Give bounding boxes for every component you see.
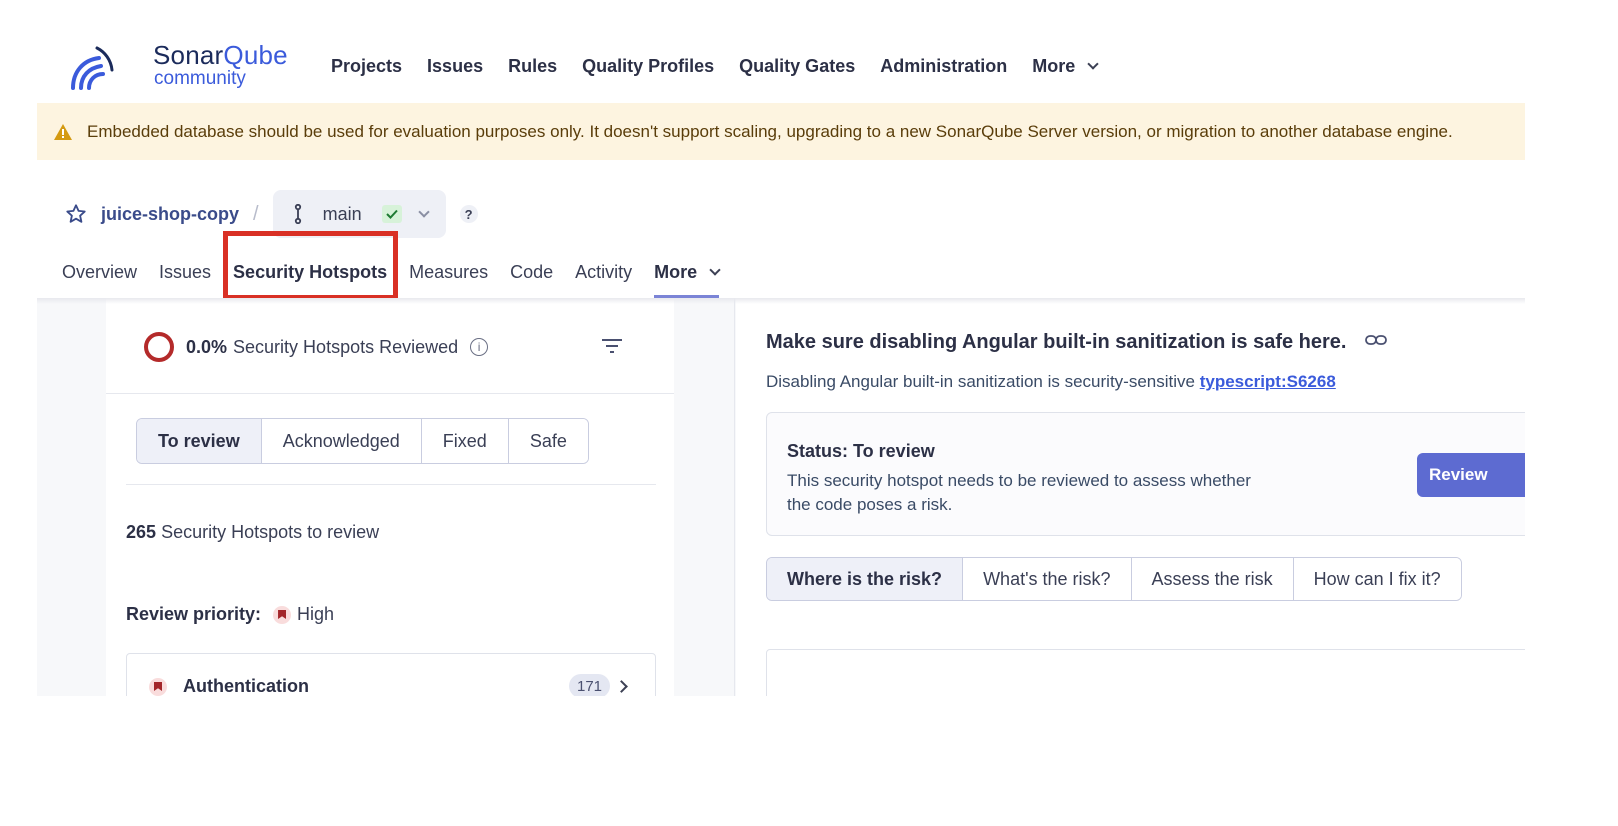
status-filter-toggle: To review Acknowledged Fixed Safe (136, 418, 589, 464)
nav-issues[interactable]: Issues (427, 56, 483, 77)
hotspot-title: Make sure disabling Angular built-in san… (766, 331, 1387, 354)
filter-to-review[interactable]: To review (137, 419, 262, 463)
nav-quality-gates[interactable]: Quality Gates (739, 56, 855, 77)
tab-issues[interactable]: Issues (159, 246, 211, 298)
tab-activity[interactable]: Activity (575, 246, 632, 298)
breadcrumb-separator: / (253, 202, 259, 225)
filter-acknowledged[interactable]: Acknowledged (261, 419, 422, 463)
tab-more-label: More (654, 261, 698, 282)
main-nav: Projects Issues Rules Quality Profiles Q… (331, 56, 1122, 77)
warning-icon (54, 123, 72, 140)
tab-security-hotspots[interactable]: Security Hotspots (233, 246, 387, 298)
project-name-link[interactable]: juice-shop-copy (101, 204, 239, 225)
info-icon[interactable]: i (470, 338, 489, 356)
banner-text: Embedded database should be used for eva… (87, 121, 1453, 141)
hotspot-title-text: Make sure disabling Angular built-in san… (766, 331, 1347, 353)
sonar-waves-icon (71, 46, 114, 90)
panel-gutter (675, 298, 735, 696)
filter-fixed[interactable]: Fixed (421, 419, 509, 463)
status-description: This security hotspot needs to be review… (787, 471, 1251, 514)
hotspot-count: 265 Security Hotspots to review (126, 522, 379, 543)
app-frame: SonarQube community Projects Issues Rule… (37, 0, 1525, 696)
category-authentication[interactable]: Authentication 171 (126, 653, 656, 696)
reviewed-percentage: 0.0% (186, 336, 228, 357)
code-viewer (766, 649, 1525, 696)
review-button[interactable]: Review (1417, 453, 1525, 497)
quality-gate-passed-icon (381, 205, 402, 223)
tab-how-can-i-fix-it[interactable]: How can I fix it? (1293, 558, 1461, 600)
tab-where-is-the-risk[interactable]: Where is the risk? (767, 558, 964, 600)
branch-name: main (322, 203, 362, 224)
review-priority: Review priority: High (126, 604, 334, 625)
risk-tabs: Where is the risk? What's the risk? Asse… (766, 557, 1462, 601)
tab-code[interactable]: Code (510, 246, 553, 298)
branch-selector[interactable]: main (272, 190, 446, 238)
sonarqube-logo[interactable]: SonarQube community (67, 40, 288, 94)
nav-more-label: More (1032, 56, 1076, 76)
star-icon[interactable] (65, 203, 87, 225)
priority-label: Review priority: (126, 604, 262, 624)
chevron-down-icon (1087, 58, 1099, 70)
category-name: Authentication (183, 676, 309, 696)
category-count-badge: 171 (569, 674, 611, 696)
hotspot-count-value: 265 (126, 522, 157, 542)
tab-whats-the-risk[interactable]: What's the risk? (963, 558, 1132, 600)
status-card: Status: To review This security hotspot … (766, 412, 1525, 536)
chevron-right-icon (615, 680, 628, 693)
tab-measures[interactable]: Measures (409, 246, 488, 298)
hotspot-subtitle-text: Disabling Angular built-in sanitization … (766, 372, 1195, 391)
nav-rules[interactable]: Rules (508, 56, 557, 77)
warning-banner: Embedded database should be used for eva… (37, 103, 1525, 160)
tab-assess-the-risk[interactable]: Assess the risk (1131, 558, 1294, 600)
nav-quality-profiles[interactable]: Quality Profiles (582, 56, 714, 77)
tab-more[interactable]: More (654, 246, 721, 298)
hotspot-list-panel: 0.0% Security Hotspots Reviewed i To rev… (106, 298, 674, 696)
logo-title: SonarQube (153, 40, 288, 70)
divider (106, 393, 674, 394)
hotspot-subtitle: Disabling Angular built-in sanitization … (766, 372, 1336, 392)
nav-projects[interactable]: Projects (331, 56, 402, 77)
nav-more[interactable]: More (1032, 56, 1099, 77)
high-priority-icon (149, 677, 167, 696)
nav-administration[interactable]: Administration (880, 56, 1007, 77)
high-priority-icon (273, 605, 292, 624)
hotspot-count-label: Security Hotspots to review (161, 522, 380, 542)
project-tabs: Overview Issues Security Hotspots Measur… (62, 246, 741, 298)
filter-safe[interactable]: Safe (508, 419, 588, 463)
breadcrumb: juice-shop-copy / main ? (65, 190, 478, 238)
branch-icon (294, 204, 301, 224)
progress-ring-icon (144, 332, 174, 362)
rule-link[interactable]: typescript:S6268 (1200, 372, 1336, 391)
divider (126, 484, 656, 485)
check-icon (385, 209, 398, 219)
tab-overview[interactable]: Overview (62, 246, 137, 298)
priority-value: High (297, 604, 335, 624)
reviewed-summary: 0.0% Security Hotspots Reviewed i (144, 332, 489, 362)
help-icon[interactable]: ? (459, 205, 478, 223)
top-navigation: SonarQube community Projects Issues Rule… (37, 0, 1525, 103)
hotspot-detail-panel: Make sure disabling Angular built-in san… (736, 298, 1525, 696)
reviewed-label: Security Hotspots Reviewed (233, 336, 459, 357)
category-header: Authentication (149, 676, 309, 696)
link-icon[interactable] (1364, 333, 1387, 347)
tabs-shadow (37, 298, 1525, 304)
status-title: Status: To review (787, 441, 935, 461)
chevron-down-icon (709, 263, 721, 276)
logo-subtitle: community (154, 68, 246, 89)
chevron-down-icon (417, 205, 430, 218)
filter-icon[interactable] (600, 336, 624, 356)
